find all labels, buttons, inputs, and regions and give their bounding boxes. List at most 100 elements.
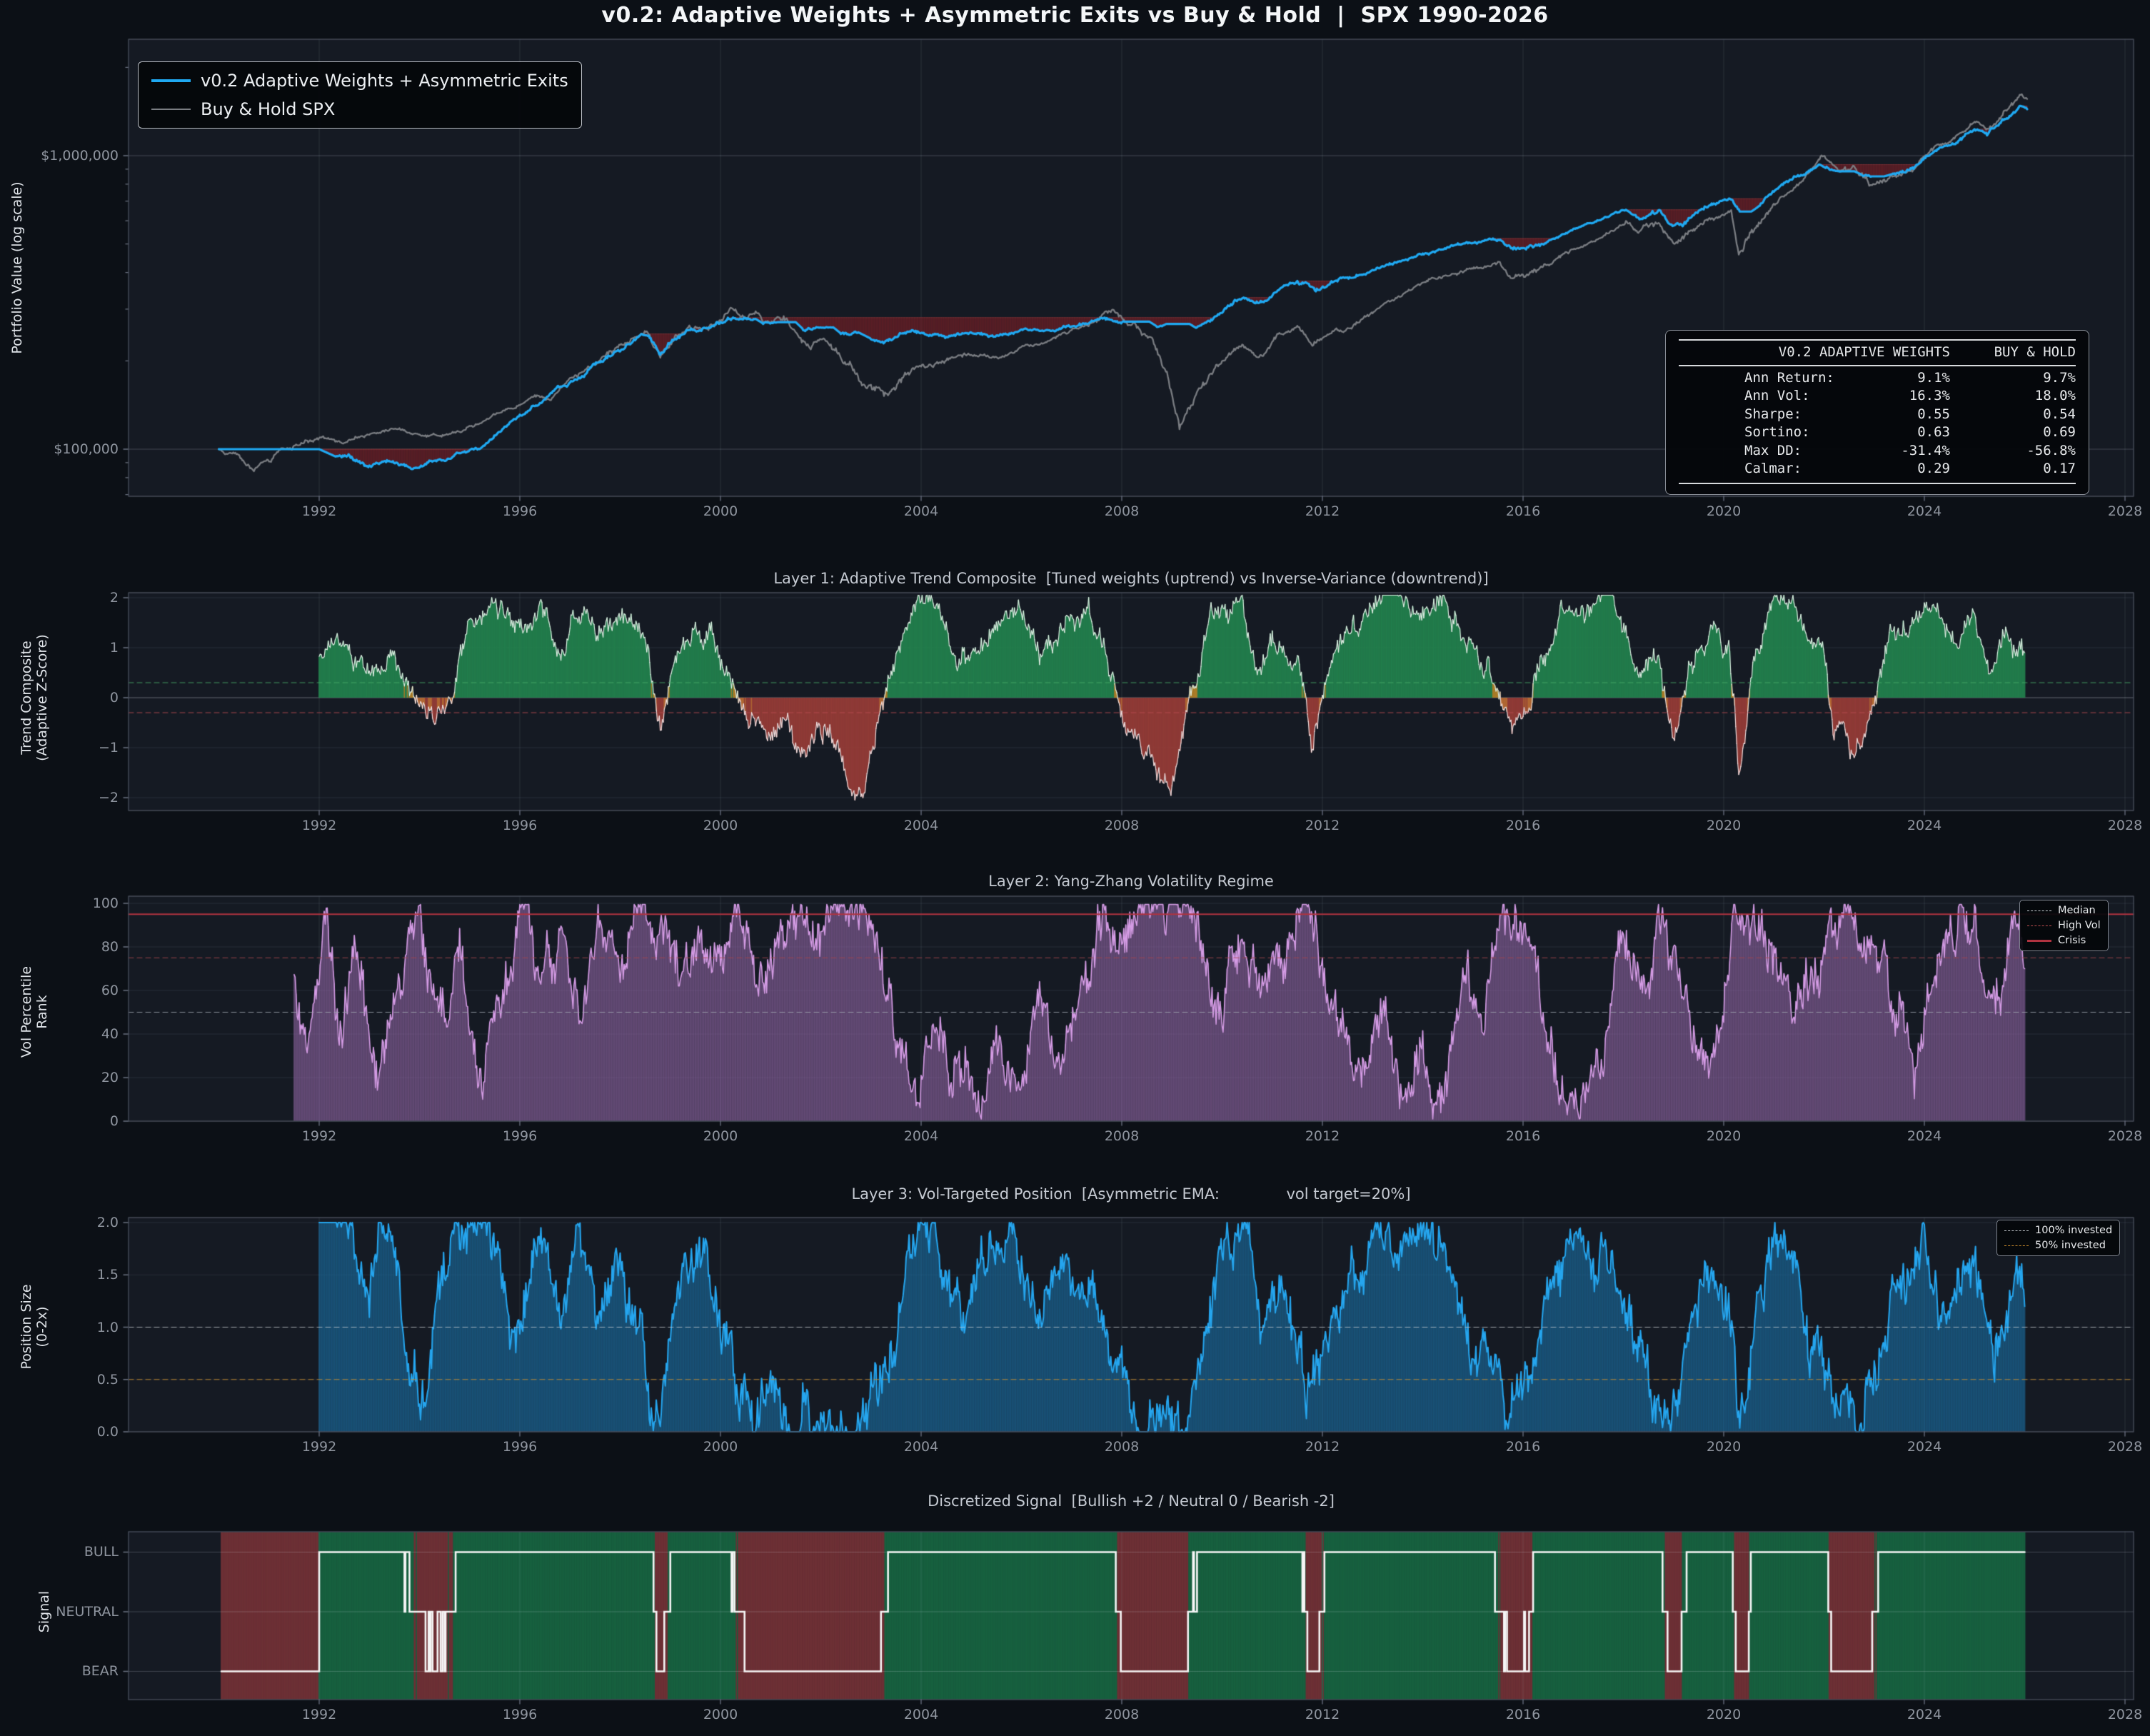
stat-value-buyhold: 0.17: [1950, 460, 2076, 478]
x-tick-label: 1992: [287, 1128, 351, 1144]
stat-label: Sharpe:: [1679, 406, 1857, 424]
panel1-y-tick-label: $100,000: [0, 441, 119, 457]
legend-item-buyhold: Buy & Hold SPX: [151, 99, 568, 119]
x-tick-label: 2020: [1692, 1707, 1756, 1722]
x-tick-label: 2000: [688, 503, 753, 519]
panel3-title: Layer 2: Yang-Zhang Volatility Regime: [129, 873, 2134, 890]
legend-item-half-invested: 50% invested: [2004, 1240, 2112, 1251]
stats-rule-top: [1679, 339, 2076, 341]
x-tick-label: 2028: [2093, 818, 2150, 833]
panel2-y-tick-label: 0: [0, 690, 119, 706]
half-invested-line-sample: [2004, 1245, 2029, 1246]
full-invested-line-sample: [2004, 1230, 2029, 1231]
x-tick-label: 2020: [1692, 818, 1756, 833]
panel4-y-tick-label: 1.0: [0, 1320, 119, 1335]
stat-value-buyhold: 0.69: [1950, 423, 2076, 442]
panel2-title: Layer 1: Adaptive Trend Composite [Tuned…: [129, 570, 2134, 587]
stats-row-ann-return: Ann Return: 9.1% 9.7%: [1679, 369, 2076, 388]
legend-item-full-invested: 100% invested: [2004, 1225, 2112, 1236]
panel4-y-tick-label: 1.5: [0, 1267, 119, 1283]
x-tick-label: 2024: [1892, 818, 1956, 833]
x-tick-label: 1992: [287, 1439, 351, 1455]
stat-label: Sortino:: [1679, 423, 1857, 442]
stat-value-strategy: -31.4%: [1857, 442, 1950, 461]
position-legend: 100% invested 50% invested: [1996, 1220, 2120, 1256]
panel5-title: Discretized Signal [Bullish +2 / Neutral…: [129, 1492, 2134, 1510]
panel4-y-tick-label: 0.5: [0, 1372, 119, 1388]
legend-label: Buy & Hold SPX: [201, 99, 335, 119]
panel2-y-tick-label: 2: [0, 590, 119, 606]
stats-row-calmar: Calmar: 0.29 0.17: [1679, 460, 2076, 478]
panel4-y-tick-label: 0.0: [0, 1424, 119, 1440]
stats-header-row: V0.2 ADAPTIVE WEIGHTS BUY & HOLD: [1679, 343, 2076, 362]
x-tick-label: 2004: [889, 1707, 953, 1722]
stats-row-sortino: Sortino: 0.63 0.69: [1679, 423, 2076, 442]
x-tick-label: 2016: [1491, 1439, 1555, 1455]
panel2-y-tick-label: −1: [0, 740, 119, 756]
legend-label: Median: [2058, 905, 2096, 916]
panel3-y-tick-label: 20: [0, 1070, 119, 1085]
x-tick-label: 2020: [1692, 1128, 1756, 1144]
x-tick-label: 2008: [1090, 503, 1154, 519]
x-tick-label: 2024: [1892, 1128, 1956, 1144]
panel4-y-tick-label: 2.0: [0, 1215, 119, 1230]
x-tick-label: 2012: [1290, 1439, 1355, 1455]
buyhold-line-sample: [151, 109, 191, 110]
legend-item-median: Median: [2027, 905, 2101, 916]
stat-value-buyhold: -56.8%: [1950, 442, 2076, 461]
x-tick-label: 2016: [1491, 503, 1555, 519]
legend-label: 50% invested: [2035, 1240, 2106, 1251]
legend-label: v0.2 Adaptive Weights + Asymmetric Exits: [201, 71, 568, 91]
x-tick-label: 2016: [1491, 818, 1555, 833]
legend-label: High Vol: [2058, 920, 2101, 931]
panel2-y-tick-label: −2: [0, 790, 119, 806]
panel5-y-tick-label: BEAR: [0, 1663, 119, 1679]
x-tick-label: 1992: [287, 1707, 351, 1722]
x-tick-label: 2000: [688, 818, 753, 833]
stats-rule-mid: [1679, 365, 2076, 366]
high-vol-line-sample: [2027, 925, 2051, 926]
legend-label: Crisis: [2058, 935, 2086, 946]
x-tick-label: 1996: [488, 503, 552, 519]
x-tick-label: 2000: [688, 1439, 753, 1455]
x-tick-label: 2016: [1491, 1128, 1555, 1144]
median-line-sample: [2027, 910, 2051, 911]
stat-value-strategy: 0.63: [1857, 423, 1950, 442]
panel3-y-tick-label: 40: [0, 1026, 119, 1042]
x-tick-label: 1992: [287, 503, 351, 519]
stat-value-buyhold: 9.7%: [1950, 369, 2076, 388]
x-tick-label: 2028: [2093, 503, 2150, 519]
x-tick-label: 2016: [1491, 1707, 1555, 1722]
legend-item-high-vol: High Vol: [2027, 920, 2101, 931]
stat-value-strategy: 9.1%: [1857, 369, 1950, 388]
panel5-y-tick-label: NEUTRAL: [0, 1604, 119, 1620]
stat-value-strategy: 0.55: [1857, 406, 1950, 424]
x-tick-label: 2008: [1090, 1439, 1154, 1455]
x-tick-label: 2020: [1692, 503, 1756, 519]
x-tick-label: 2028: [2093, 1707, 2150, 1722]
x-tick-label: 1996: [488, 1128, 552, 1144]
stat-value-strategy: 0.29: [1857, 460, 1950, 478]
panel4-title: Layer 3: Vol-Targeted Position [Asymmetr…: [129, 1185, 2134, 1203]
x-tick-label: 2004: [889, 1439, 953, 1455]
stats-col1-header: V0.2 ADAPTIVE WEIGHTS: [1679, 343, 1950, 362]
legend-item-strategy: v0.2 Adaptive Weights + Asymmetric Exits: [151, 71, 568, 91]
strategy-line-sample: [151, 79, 191, 82]
x-tick-label: 2024: [1892, 1439, 1956, 1455]
chart-canvas: [0, 0, 2150, 1736]
stats-col2-header: BUY & HOLD: [1950, 343, 2076, 362]
x-tick-label: 2028: [2093, 1439, 2150, 1455]
stats-row-sharpe: Sharpe: 0.55 0.54: [1679, 406, 2076, 424]
x-tick-label: 2012: [1290, 1128, 1355, 1144]
stat-value-buyhold: 18.0%: [1950, 387, 2076, 406]
x-tick-label: 1996: [488, 1439, 552, 1455]
x-tick-label: 2012: [1290, 1707, 1355, 1722]
performance-stats-table: V0.2 ADAPTIVE WEIGHTS BUY & HOLD Ann Ret…: [1665, 330, 2089, 495]
stats-row-max-dd: Max DD: -31.4% -56.8%: [1679, 442, 2076, 461]
panel3-y-tick-label: 80: [0, 939, 119, 955]
panel1-ylabel: Portfolio Value (log scale): [9, 181, 25, 353]
x-tick-label: 1992: [287, 818, 351, 833]
stat-value-buyhold: 0.54: [1950, 406, 2076, 424]
panel1-y-tick-label: $1,000,000: [0, 148, 119, 164]
x-tick-label: 1996: [488, 818, 552, 833]
